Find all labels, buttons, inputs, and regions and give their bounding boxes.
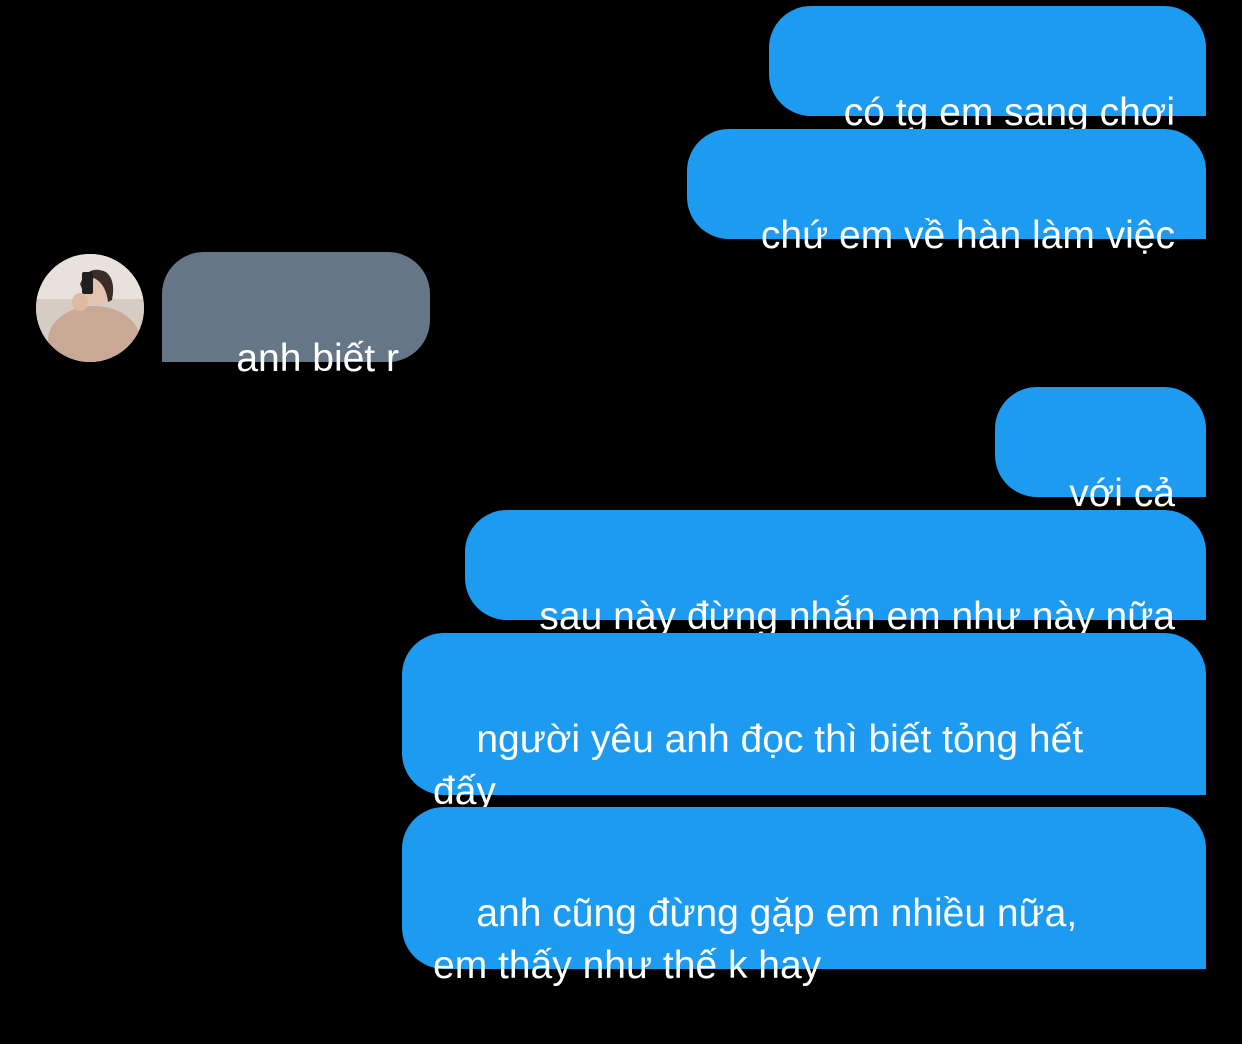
message-bubble-outgoing[interactable]: sau này đừng nhắn em như này nữa — [465, 510, 1206, 638]
message-text: với cả — [1069, 472, 1175, 515]
message-bubble-outgoing[interactable]: chứ em về hàn làm việc — [686, 129, 1206, 257]
message-text: người yêu anh đọc thì biết tỏng hết đấy — [433, 718, 1084, 813]
message-text: sau này đừng nhắn em như này nữa — [539, 595, 1175, 638]
message-bubble-outgoing[interactable]: với cả — [994, 387, 1206, 515]
avatar[interactable] — [36, 254, 144, 362]
message-text: có tg em sang chơi — [843, 91, 1175, 134]
message-bubble-outgoing[interactable]: có tg em sang chơi — [769, 6, 1206, 134]
message-text: chứ em về hàn làm việc — [760, 214, 1175, 257]
message-bubble-outgoing[interactable]: người yêu anh đọc thì biết tỏng hết đấy — [402, 633, 1206, 813]
message-bubble-incoming[interactable]: anh biết r — [162, 252, 430, 380]
message-text: anh biết r — [236, 337, 399, 380]
message-text: anh cũng đừng gặp em nhiều nữa, em thấy … — [433, 892, 1078, 987]
message-bubble-outgoing[interactable]: anh cũng đừng gặp em nhiều nữa, em thấy … — [402, 807, 1206, 987]
avatar-photo-icon — [36, 254, 144, 362]
